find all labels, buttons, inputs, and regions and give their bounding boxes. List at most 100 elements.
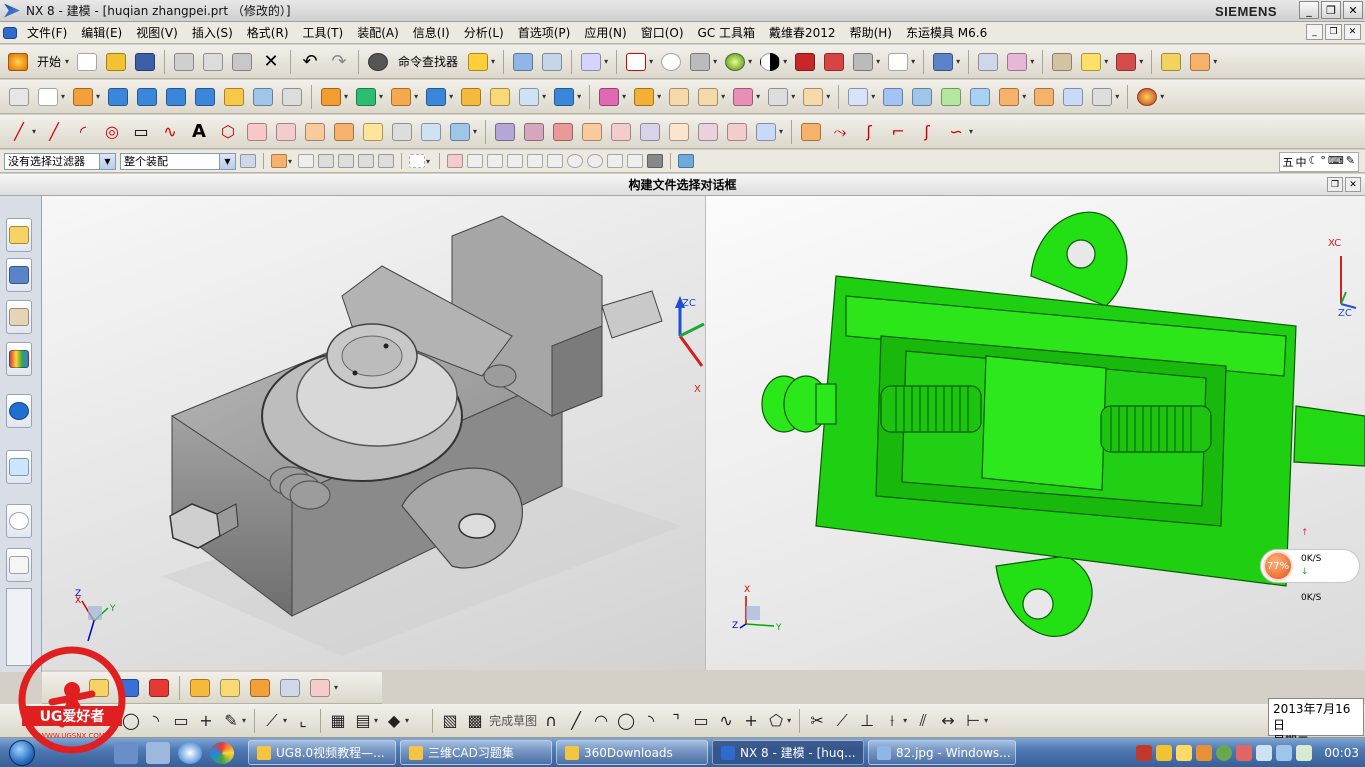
wire-box-icon[interactable] (850, 49, 876, 75)
corner-icon[interactable]: ⌐ (885, 119, 911, 145)
system-materials-icon[interactable] (6, 548, 32, 582)
tray-plus-icon[interactable] (1216, 744, 1233, 761)
snap-circle-icon[interactable] (587, 154, 604, 168)
project-curve-icon[interactable] (244, 119, 270, 145)
mirror-icon[interactable] (551, 84, 577, 110)
cut-icon[interactable] (171, 49, 197, 75)
dialog-restore-button[interactable]: ❐ (1327, 177, 1343, 192)
arrow-select-icon[interactable] (298, 154, 315, 168)
snap-endpoint-icon[interactable] (447, 154, 464, 168)
trim-body-icon[interactable] (423, 84, 449, 110)
taskbar-item-active[interactable]: NX 8 - 建模 - [huq... (712, 740, 864, 765)
edge-blend-icon[interactable] (221, 84, 247, 110)
copy-icon[interactable] (200, 49, 226, 75)
quicklaunch-app-icon[interactable] (146, 741, 170, 764)
paste-icon[interactable] (229, 49, 255, 75)
line-icon[interactable]: ╱ (6, 119, 32, 145)
snap-tangent-icon[interactable] (547, 154, 564, 168)
extension-icon[interactable] (996, 84, 1022, 110)
n-sided-surface-icon[interactable] (938, 84, 964, 110)
extrude-icon[interactable] (70, 84, 96, 110)
snap-on-curve-icon[interactable] (627, 154, 644, 168)
gear-tool-icon[interactable] (1134, 84, 1160, 110)
taskbar-item[interactable]: 360Downloads (556, 740, 708, 765)
menu-information[interactable]: 信息(I) (406, 24, 457, 41)
subtract-icon[interactable] (163, 84, 189, 110)
wave-link-icon[interactable] (217, 675, 243, 701)
circle-point-icon[interactable]: ◎ (99, 119, 125, 145)
helix-icon[interactable] (447, 119, 473, 145)
exploded-view-icon[interactable] (800, 84, 826, 110)
taskbar-item[interactable]: 82.jpg - Windows... (868, 740, 1016, 765)
block-icon[interactable] (105, 84, 131, 110)
extend-curve-icon[interactable]: ʃ (856, 119, 882, 145)
delete-icon[interactable]: ✕ (258, 49, 284, 75)
menu-tools[interactable]: 工具(T) (296, 24, 351, 41)
studio-spline-icon[interactable]: ∿ (715, 710, 737, 732)
customize-icon[interactable] (465, 49, 491, 75)
constraint-navigator-icon[interactable] (6, 258, 32, 292)
rotate-view-icon[interactable] (658, 49, 684, 75)
select-edge-icon[interactable] (358, 154, 375, 168)
ime-wubi-icon[interactable]: 五 (1283, 154, 1294, 170)
history-icon[interactable] (6, 504, 32, 538)
layer-tree-icon[interactable] (1004, 49, 1030, 75)
finish-sketch-icon[interactable]: ▩ (464, 710, 486, 732)
unite-icon[interactable] (134, 84, 160, 110)
spline-icon[interactable]: ∿ (157, 119, 183, 145)
sketch-extrude-icon[interactable]: ▤ (352, 710, 374, 732)
sketch-edit-icon[interactable]: ✎ (220, 710, 242, 732)
sequence-icon[interactable] (307, 675, 333, 701)
assembly-navigator-icon[interactable] (6, 218, 32, 252)
doc-close-button[interactable]: ✕ (1344, 24, 1361, 40)
fillet-tool-icon[interactable]: ◝ (640, 710, 662, 732)
web-browser-icon[interactable] (6, 450, 32, 484)
move-component-icon[interactable] (146, 675, 172, 701)
menu-preferences[interactable]: 首选项(P) (511, 24, 578, 41)
fit-view-icon[interactable] (623, 49, 649, 75)
menu-help[interactable]: 帮助(H) (843, 24, 899, 41)
trim-sheet-icon[interactable] (1031, 84, 1057, 110)
edit-curve-icon[interactable] (492, 119, 518, 145)
star-tray-icon[interactable] (1176, 744, 1193, 761)
line-2-icon[interactable]: ╱ (41, 119, 67, 145)
assembly-mate-icon[interactable] (666, 84, 692, 110)
select-body-icon[interactable] (318, 154, 335, 168)
menu-edit[interactable]: 编辑(E) (74, 24, 129, 41)
ime-chinese-icon[interactable]: 中 (1296, 154, 1307, 170)
polygon-tool-icon[interactable]: ⬠ (765, 710, 787, 732)
dialog-close-button[interactable]: ✕ (1345, 177, 1361, 192)
smooth-spline-icon[interactable] (637, 119, 663, 145)
start-icon[interactable] (6, 49, 30, 75)
assembly-array-icon[interactable] (695, 84, 721, 110)
layer-settings-icon[interactable] (975, 49, 1001, 75)
clearance-icon[interactable] (277, 675, 303, 701)
split-body-icon[interactable] (458, 84, 484, 110)
menu-insert[interactable]: 插入(S) (185, 24, 240, 41)
studio-render-icon[interactable] (757, 49, 783, 75)
left-graphics-window[interactable]: ZC X X Y Z (42, 196, 705, 670)
type-filter-select[interactable]: 没有选择过滤器 ▼ (4, 152, 116, 170)
quicklaunch-k-icon[interactable] (178, 741, 202, 764)
taskbar-item[interactable]: 三维CAD习题集 (400, 740, 552, 765)
ime-moon-icon[interactable]: ☾ (1309, 154, 1319, 170)
select-face-icon[interactable] (338, 154, 355, 168)
move-face-icon[interactable] (516, 84, 542, 110)
chamfer-icon[interactable] (250, 84, 276, 110)
assembly-replace-icon[interactable] (765, 84, 791, 110)
menu-window[interactable]: 窗口(O) (634, 24, 691, 41)
ime-punct-icon[interactable]: ° (1320, 154, 1326, 170)
minimize-button[interactable]: _ (1299, 1, 1319, 19)
red-box-icon[interactable] (792, 49, 818, 75)
snap-point-icon[interactable] (271, 154, 287, 168)
trim-curve-icon[interactable] (550, 119, 576, 145)
draft-icon[interactable] (487, 84, 513, 110)
constraint-tool-icon[interactable]: ⊢ (962, 710, 984, 732)
sketch-rectangle-icon[interactable]: ▭ (170, 710, 192, 732)
undo-icon[interactable]: ↶ (297, 49, 323, 75)
sew-icon[interactable] (967, 84, 993, 110)
pattern-icon[interactable] (318, 84, 344, 110)
through-curves-icon[interactable] (880, 84, 906, 110)
assembly-mirror-icon[interactable] (730, 84, 756, 110)
measure-icon[interactable] (1158, 49, 1184, 75)
